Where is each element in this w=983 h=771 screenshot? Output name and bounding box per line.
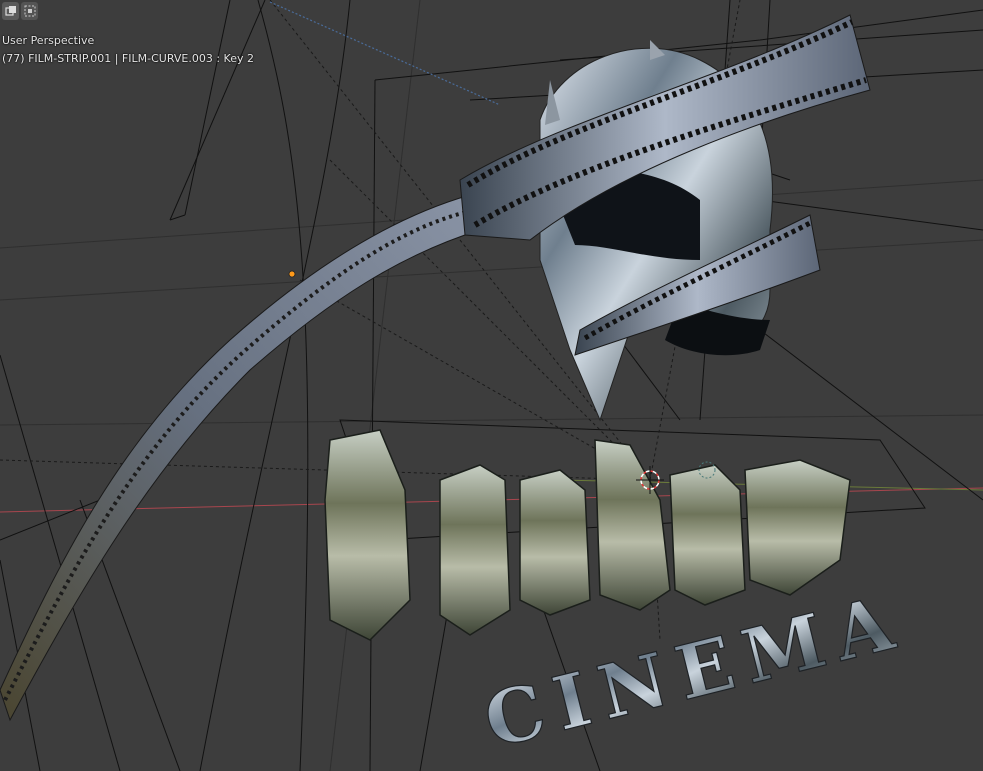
film-curve-object[interactable] xyxy=(0,194,481,722)
select-box-icon xyxy=(4,6,16,16)
camera-path-dots xyxy=(269,1,501,106)
active-object-info: (77) FILM-STRIP.001 | FILM-CURVE.003 : K… xyxy=(2,52,254,65)
select-extend-icon xyxy=(24,5,35,17)
3d-viewport[interactable]: CINEMA User Perspective (77) FILM-STRIP.… xyxy=(0,0,983,771)
select-extend-button[interactable] xyxy=(21,2,38,20)
scene-canvas[interactable]: CINEMA xyxy=(0,0,983,771)
select-box-button[interactable] xyxy=(2,2,19,20)
object-origin-point[interactable] xyxy=(288,270,296,278)
view-name-label: User Perspective xyxy=(2,34,95,47)
viewport-toolbar xyxy=(0,0,40,22)
